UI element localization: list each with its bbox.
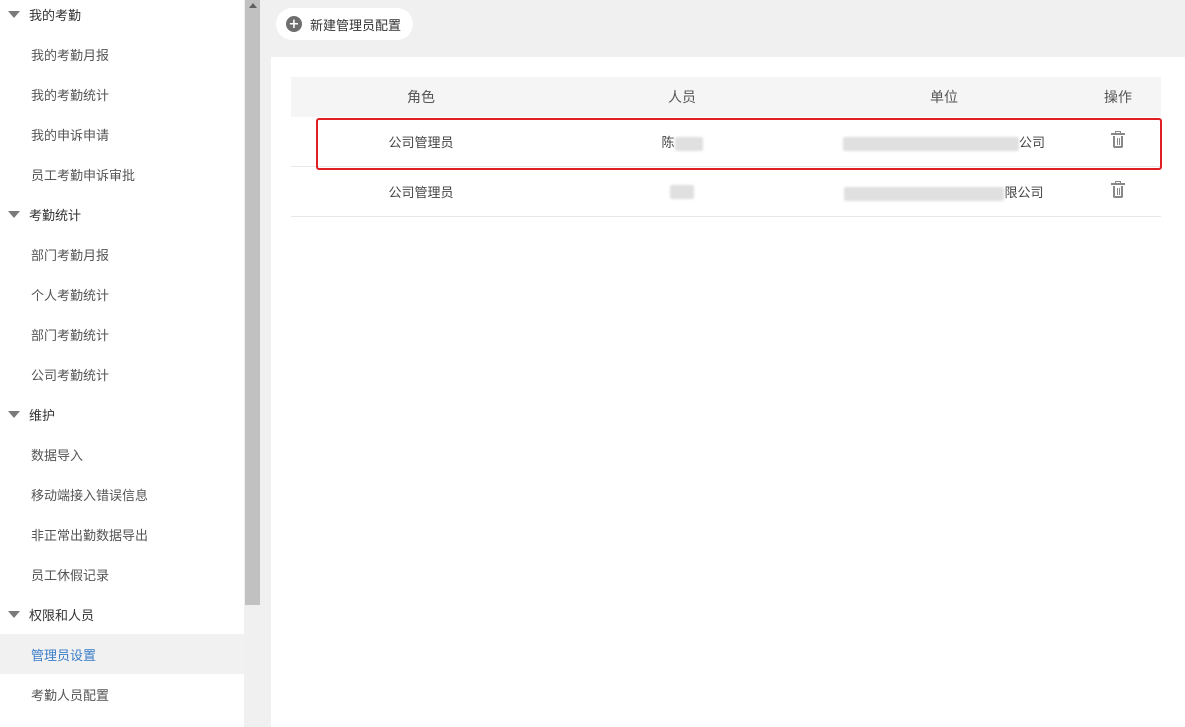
new-admin-config-button[interactable]: + 新建管理员配置 [276,8,414,40]
table-row[interactable]: 公司管理员 陈 公司 [291,117,1161,167]
role-cell: 公司管理员 [388,136,454,151]
sidebar-item-dept-stats[interactable]: 部门考勤统计 [0,314,244,354]
admin-table: 角色 人员 单位 操作 公司管理员 陈 公司 公司管理员 限公司 [291,77,1161,217]
sidebar-item-admin-settings[interactable]: 管理员设置 [0,634,244,674]
person-cell: 陈 [551,132,813,151]
group-title: 考勤统计 [29,208,82,224]
unit-suffix: 限公司 [1004,186,1044,201]
group-attendance-stats[interactable]: 考勤统计 [0,194,244,234]
sidebar-item-personal-stats[interactable]: 个人考勤统计 [0,274,244,314]
redacted-block [842,136,1019,151]
operation-cell [1075,180,1161,202]
new-admin-config-label: 新建管理员配置 [310,18,402,34]
sidebar-item-my-monthly-report[interactable]: 我的考勤月报 [0,34,244,74]
column-header-role: 角色 [407,90,435,106]
unit-cell: 限公司 [813,182,1075,201]
table-header: 角色 人员 单位 操作 [291,77,1161,117]
column-header-person: 人员 [668,90,696,106]
toolbar: + 新建管理员配置 [261,0,1185,55]
scrollbar-thumb[interactable] [245,0,260,605]
sidebar-item-attendance-staff-config[interactable]: 考勤人员配置 [0,674,244,714]
trash-icon[interactable] [1111,130,1125,148]
group-maintenance[interactable]: 维护 [0,394,244,434]
main-content: + 新建管理员配置 角色 人员 单位 操作 公司管理员 陈 公司 公司管理员 限… [261,0,1185,727]
redacted-block [674,136,703,151]
role-cell: 公司管理员 [388,186,454,201]
triangle-down-icon [8,610,20,618]
person-cell [551,184,813,199]
sidebar-item-abnormal-export[interactable]: 非正常出勤数据导出 [0,514,244,554]
group-title: 我的考勤 [29,8,82,24]
redacted-block [670,184,694,199]
plus-circle-icon: + [286,16,302,32]
triangle-down-icon [8,10,20,18]
trash-icon[interactable] [1111,180,1125,198]
content-panel: 角色 人员 单位 操作 公司管理员 陈 公司 公司管理员 限公司 [271,57,1185,727]
person-name: 陈 [661,136,675,151]
group-permissions[interactable]: 权限和人员 [0,594,244,634]
group-title: 权限和人员 [29,608,95,624]
sidebar-item-data-import[interactable]: 数据导入 [0,434,244,474]
sidebar-item-my-appeals[interactable]: 我的申诉申请 [0,114,244,154]
unit-cell: 公司 [813,132,1075,151]
table-row[interactable]: 公司管理员 限公司 [291,167,1161,217]
column-header-operation: 操作 [1104,90,1132,106]
operation-cell [1075,130,1161,152]
redacted-block [844,186,1005,201]
sidebar-item-company-stats[interactable]: 公司考勤统计 [0,354,244,394]
triangle-down-icon [8,410,20,418]
sidebar-item-appeal-approval[interactable]: 员工考勤申诉审批 [0,154,244,194]
group-my-attendance[interactable]: 我的考勤 [0,0,244,34]
sidebar-item-dept-monthly-report[interactable]: 部门考勤月报 [0,234,244,274]
triangle-down-icon [8,210,20,218]
group-title: 维护 [29,408,56,424]
unit-suffix: 公司 [1018,136,1045,151]
column-header-unit: 单位 [930,90,958,106]
sidebar-item-my-attendance-stats[interactable]: 我的考勤统计 [0,74,244,114]
sidebar: 我的考勤 我的考勤月报 我的考勤统计 我的申诉申请 员工考勤申诉审批 考勤统计 … [0,0,244,727]
sidebar-item-mobile-errors[interactable]: 移动端接入错误信息 [0,474,244,514]
scroll-up-button[interactable] [244,0,261,14]
chevron-up-icon [248,2,257,8]
sidebar-scrollbar[interactable] [244,0,261,727]
sidebar-item-leave-records[interactable]: 员工休假记录 [0,554,244,594]
